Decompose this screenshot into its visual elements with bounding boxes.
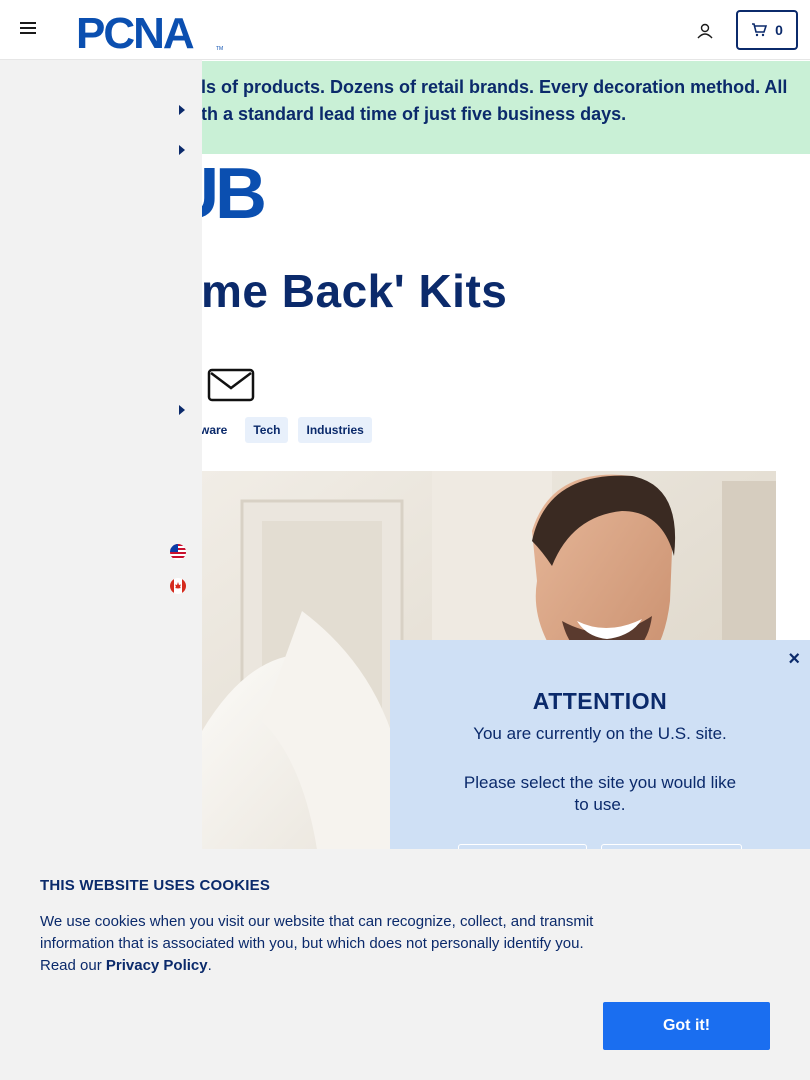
cookie-body: We use cookies when you visit our websit… [40, 911, 610, 977]
svg-text:PCNA: PCNA [76, 10, 194, 52]
cookie-body-period: . [207, 957, 212, 974]
modal-select-site-text: Please select the site you would like to… [463, 773, 737, 814]
us-flag-icon[interactable] [170, 544, 186, 560]
hub-logo: UB [195, 158, 268, 222]
region-modal: × ATTENTION You are currently on the U.S… [390, 640, 810, 884]
page: PCNA TM 0 ls of products. Dozens of reta… [0, 0, 810, 1080]
svg-text:UB: UB [195, 158, 264, 222]
svg-text:TM: TM [216, 46, 223, 52]
caret-right-icon[interactable] [178, 145, 186, 155]
user-account-icon[interactable] [696, 22, 714, 40]
accept-cookies-button[interactable]: Got it! [603, 1002, 770, 1050]
caret-right-icon[interactable] [178, 105, 186, 115]
pcna-logo[interactable]: PCNA TM [76, 10, 224, 52]
cart-button[interactable]: 0 [736, 10, 798, 50]
cart-icon [752, 23, 768, 37]
privacy-policy-link[interactable]: Privacy Policy [106, 957, 208, 974]
modal-heading: ATTENTION [532, 688, 668, 714]
banner-line-2: th a standard lead time of just five bus… [201, 104, 627, 124]
menu-icon[interactable] [20, 22, 36, 38]
cookie-banner: THIS WEBSITE USES COOKIES We use cookies… [0, 849, 810, 1080]
tag-list: ware Tech Industries [196, 417, 372, 443]
close-icon[interactable]: × [788, 648, 800, 671]
caret-right-icon[interactable] [178, 405, 186, 415]
banner-line-1: ls of products. Dozens of retail brands.… [201, 77, 788, 97]
cart-count: 0 [775, 22, 783, 38]
cookie-heading: THIS WEBSITE USES COOKIES [40, 877, 271, 894]
tag-item[interactable]: Industries [298, 417, 372, 443]
site-header: PCNA TM 0 [0, 0, 810, 60]
canada-flag-icon[interactable] [170, 578, 186, 594]
modal-current-site-text: You are currently on the U.S. site. [473, 724, 727, 743]
article-title: me Back' Kits [201, 265, 508, 317]
email-share-icon[interactable] [207, 368, 255, 402]
tag-item[interactable]: Tech [245, 417, 289, 443]
